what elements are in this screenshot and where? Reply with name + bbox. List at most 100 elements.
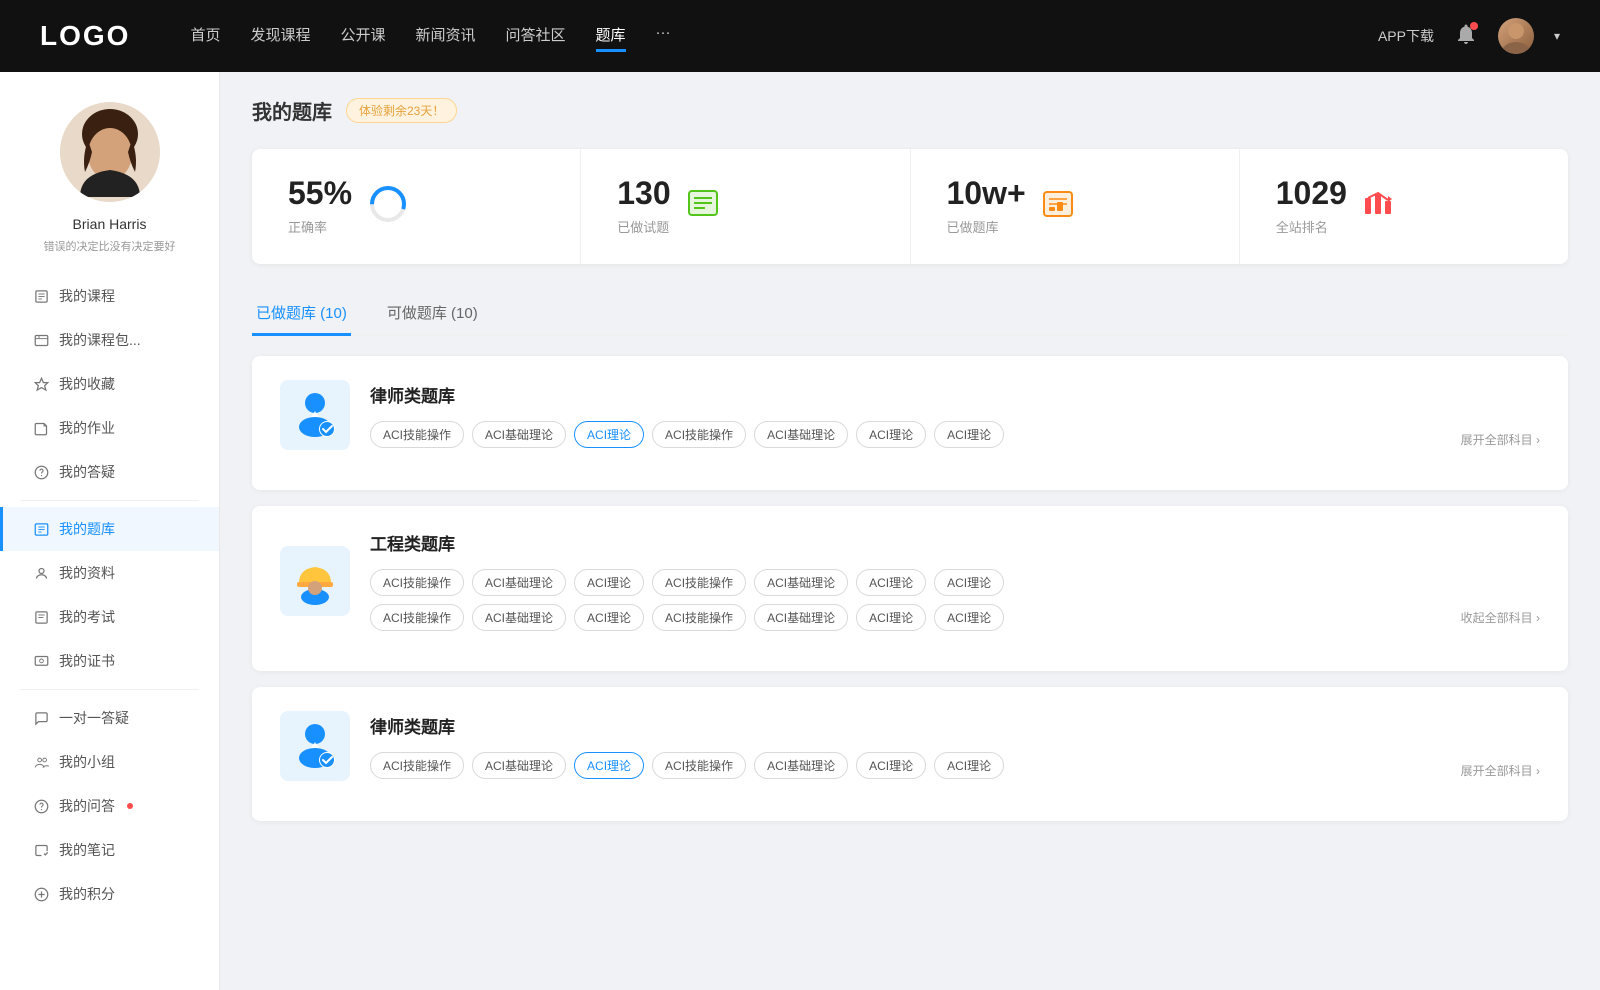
tag-eng2-skill-2[interactable]: ACI技能操作 (652, 604, 746, 631)
tag-law2-theory-3[interactable]: ACI理论 (934, 752, 1004, 779)
tag-eng2-theory-2[interactable]: ACI理论 (856, 604, 926, 631)
tag-eng-theory-1[interactable]: ACI理论 (574, 569, 644, 596)
sidebar-item-points[interactable]: 我的积分 (0, 872, 219, 916)
sidebar-profile-info-label: 我的资料 (59, 563, 115, 583)
accuracy-chart-icon (368, 184, 408, 229)
sidebar-course-package-label: 我的课程包... (59, 330, 141, 350)
tag-eng2-theory-3[interactable]: ACI理论 (934, 604, 1004, 631)
nav-bell[interactable] (1454, 22, 1478, 51)
qbank-engineer-tags-row2: ACI技能操作 ACI基础理论 ACI理论 ACI技能操作 ACI基础理论 AC… (370, 604, 1540, 631)
tag-aci-skill-1[interactable]: ACI技能操作 (370, 421, 464, 448)
sidebar-item-course[interactable]: 我的课程 (0, 274, 219, 318)
tag-law2-basic-1[interactable]: ACI基础理论 (472, 752, 566, 779)
tag-aci-skill-2[interactable]: ACI技能操作 (652, 421, 746, 448)
group-icon (33, 754, 49, 770)
sidebar-divider-2 (20, 689, 199, 690)
sidebar-collection-label: 我的收藏 (59, 374, 115, 394)
sidebar-item-group[interactable]: 我的小组 (0, 740, 219, 784)
tag-eng2-skill-1[interactable]: ACI技能操作 (370, 604, 464, 631)
collapse-engineer-btn[interactable]: 收起全部科目 › (1461, 609, 1540, 626)
nav-link-home[interactable]: 首页 (190, 20, 220, 52)
qbank-lawyer2-title: 律师类题库 (370, 713, 1540, 738)
stat-done-questions: 130 已做试题 (581, 149, 910, 264)
nav-link-news[interactable]: 新闻资讯 (416, 20, 476, 52)
profile-avatar (60, 102, 160, 202)
tag-law2-basic-2[interactable]: ACI基础理论 (754, 752, 848, 779)
sidebar-item-question[interactable]: 我的答疑 (0, 450, 219, 494)
tag-law2-theory-2[interactable]: ACI理论 (856, 752, 926, 779)
stat-done-questions-label: 已做试题 (617, 217, 670, 236)
tag-eng-basic-2[interactable]: ACI基础理论 (754, 569, 848, 596)
sidebar-homework-label: 我的作业 (59, 418, 115, 438)
nav-logo: LOGO (40, 20, 130, 52)
page-title: 我的题库 (252, 96, 332, 125)
tag-eng2-basic-2[interactable]: ACI基础理论 (754, 604, 848, 631)
nav-link-open[interactable]: 公开课 (340, 20, 385, 52)
sidebar-item-profile-info[interactable]: 我的资料 (0, 551, 219, 595)
tag-eng2-basic-1[interactable]: ACI基础理论 (472, 604, 566, 631)
stat-done-questions-text: 130 已做试题 (617, 177, 670, 236)
expand-lawyer2-btn[interactable]: 展开全部科目 › (1461, 762, 1540, 779)
stat-ranking-value: 1029 (1276, 177, 1347, 209)
nav-link-more[interactable]: ··· (656, 20, 671, 52)
stat-done-bank-text: 10w+ 已做题库 (947, 177, 1026, 236)
bell-notification-dot (1470, 22, 1478, 30)
tag-aci-basic-1[interactable]: ACI基础理论 (472, 421, 566, 448)
nav-link-qa[interactable]: 问答社区 (506, 20, 566, 52)
done-bank-icon (1042, 188, 1074, 225)
sidebar-item-homework[interactable]: 我的作业 (0, 406, 219, 450)
stat-done-bank-value: 10w+ (947, 177, 1026, 209)
sidebar-question-label: 我的答疑 (59, 462, 115, 482)
sidebar-my-qa-label: 我的问答 (59, 796, 115, 816)
nav-avatar-image (1498, 18, 1534, 54)
tag-eng-skill-2[interactable]: ACI技能操作 (652, 569, 746, 596)
tag-eng-theory-2[interactable]: ACI理论 (856, 569, 926, 596)
tab-done-bank[interactable]: 已做题库 (10) (252, 292, 351, 336)
nav-link-bank[interactable]: 题库 (596, 20, 626, 52)
ranking-icon (1363, 188, 1395, 225)
qbank-engineer-title-section: 工程类题库 ACI技能操作 ACI基础理论 ACI理论 ACI技能操作 ACI基… (370, 530, 1540, 631)
sidebar-item-one-on-one[interactable]: 一对一答疑 (0, 696, 219, 740)
qbank-engineer-icon-wrap (280, 546, 350, 616)
points-icon (33, 886, 49, 902)
nav-chevron-icon[interactable]: ▾ (1554, 29, 1560, 43)
tag-aci-theory-2[interactable]: ACI理论 (856, 421, 926, 448)
stats-row: 55% 正确率 130 已做试题 (252, 149, 1568, 264)
sidebar-exam-label: 我的考试 (59, 607, 115, 627)
nav-avatar[interactable] (1498, 18, 1534, 54)
sidebar-notes-label: 我的笔记 (59, 840, 115, 860)
qbank-card-engineer-header: 工程类题库 ACI技能操作 ACI基础理论 ACI理论 ACI技能操作 ACI基… (280, 530, 1540, 631)
qbank-lawyer2-tags: ACI技能操作 ACI基础理论 ACI理论 ACI技能操作 ACI基础理论 AC… (370, 752, 1540, 779)
certificate-icon (33, 653, 49, 669)
sidebar-item-collection[interactable]: 我的收藏 (0, 362, 219, 406)
sidebar-item-notes[interactable]: 我的笔记 (0, 828, 219, 872)
qbank-lawyer2-title-section: 律师类题库 ACI技能操作 ACI基础理论 ACI理论 ACI技能操作 ACI基… (370, 713, 1540, 779)
sidebar-item-course-package[interactable]: 我的课程包... (0, 318, 219, 362)
page-header: 我的题库 体验剩余23天！ (252, 96, 1568, 125)
tag-law2-skill-1[interactable]: ACI技能操作 (370, 752, 464, 779)
stat-accuracy-label: 正确率 (288, 217, 352, 236)
nav-link-discover[interactable]: 发现课程 (250, 20, 310, 52)
sidebar-item-certificate[interactable]: 我的证书 (0, 639, 219, 683)
sidebar-item-qbank[interactable]: 我的题库 (0, 507, 219, 551)
nav-app-download[interactable]: APP下载 (1378, 26, 1434, 46)
expand-lawyer1-btn[interactable]: 展开全部科目 › (1461, 431, 1540, 448)
tag-eng2-theory-1[interactable]: ACI理论 (574, 604, 644, 631)
sidebar-item-my-qa[interactable]: 我的问答 (0, 784, 219, 828)
tag-law2-skill-2[interactable]: ACI技能操作 (652, 752, 746, 779)
tag-eng-skill-1[interactable]: ACI技能操作 (370, 569, 464, 596)
sidebar-divider-1 (20, 500, 199, 501)
qbank-lawyer1-tags: ACI技能操作 ACI基础理论 ACI理论 ACI技能操作 ACI基础理论 AC… (370, 421, 1540, 448)
qbank-card-lawyer1-header: 律师类题库 ACI技能操作 ACI基础理论 ACI理论 ACI技能操作 ACI基… (280, 380, 1540, 450)
tag-eng-basic-1[interactable]: ACI基础理论 (472, 569, 566, 596)
tab-available-bank[interactable]: 可做题库 (10) (383, 292, 482, 336)
qbank-card-lawyer2: 律师类题库 ACI技能操作 ACI基础理论 ACI理论 ACI技能操作 ACI基… (252, 687, 1568, 821)
one-on-one-icon (33, 710, 49, 726)
tag-aci-basic-2[interactable]: ACI基础理论 (754, 421, 848, 448)
tag-eng-theory-3[interactable]: ACI理论 (934, 569, 1004, 596)
stat-accuracy-text: 55% 正确率 (288, 177, 352, 236)
sidebar-item-exam[interactable]: 我的考试 (0, 595, 219, 639)
tag-aci-theory-3[interactable]: ACI理论 (934, 421, 1004, 448)
tag-aci-theory-1[interactable]: ACI理论 (574, 421, 644, 448)
tag-law2-theory-1[interactable]: ACI理论 (574, 752, 644, 779)
